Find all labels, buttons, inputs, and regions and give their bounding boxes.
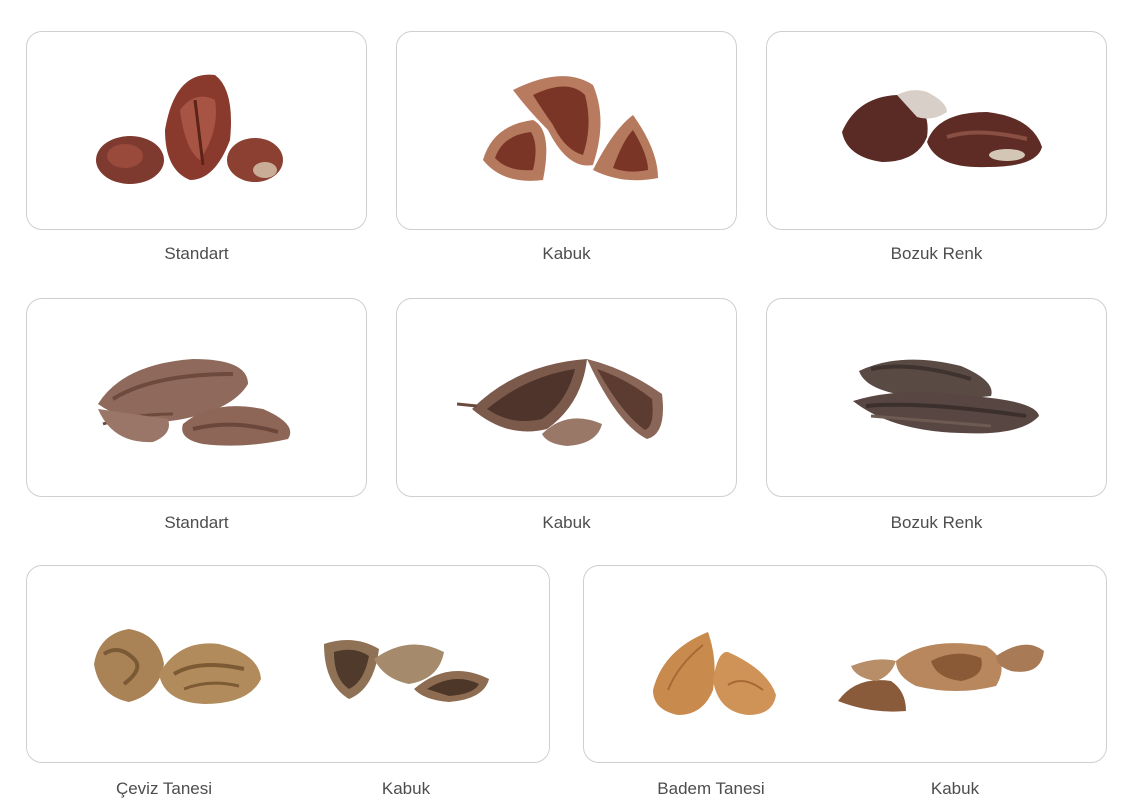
card-standart-1[interactable] — [26, 31, 367, 230]
caption-walnut-shell: Kabuk — [381, 779, 431, 798]
caption-almond-kernel: Badem Tanesi — [657, 779, 765, 798]
card-kabuk-1[interactable] — [396, 31, 737, 230]
pecan-kernel-brown-icon — [98, 359, 291, 446]
card-almond[interactable] — [583, 565, 1107, 763]
card-bozuk-renk-1[interactable] — [766, 31, 1107, 230]
pecan-discolored-red-icon — [842, 90, 1042, 168]
pecan-shell-brown-icon — [457, 359, 663, 446]
caption-almond-shell: Kabuk — [930, 779, 980, 798]
caption-standart-1: Standart — [164, 244, 229, 263]
caption-walnut-kernel: Çeviz Tanesi — [115, 779, 213, 798]
caption-standart-2: Standart — [164, 513, 229, 532]
almond-kernel-icon — [653, 632, 776, 715]
caption-bozuk-renk-2: Bozuk Renk — [890, 513, 983, 532]
walnut-shell-icon — [324, 640, 489, 702]
walnut-kernel-icon — [94, 629, 261, 704]
pecan-discolored-brown-icon — [853, 359, 1039, 434]
card-bozuk-renk-2[interactable] — [766, 298, 1107, 497]
pecan-kernel-red-icon — [96, 74, 283, 184]
card-standart-2[interactable] — [26, 298, 367, 497]
caption-bozuk-renk-1: Bozuk Renk — [890, 244, 983, 263]
caption-kabuk-1: Kabuk — [542, 244, 591, 263]
card-kabuk-2[interactable] — [396, 298, 737, 497]
almond-shell-icon — [838, 643, 1044, 712]
card-walnut[interactable] — [26, 565, 550, 763]
pecan-shell-red-icon — [483, 76, 658, 181]
caption-kabuk-2: Kabuk — [542, 513, 591, 532]
